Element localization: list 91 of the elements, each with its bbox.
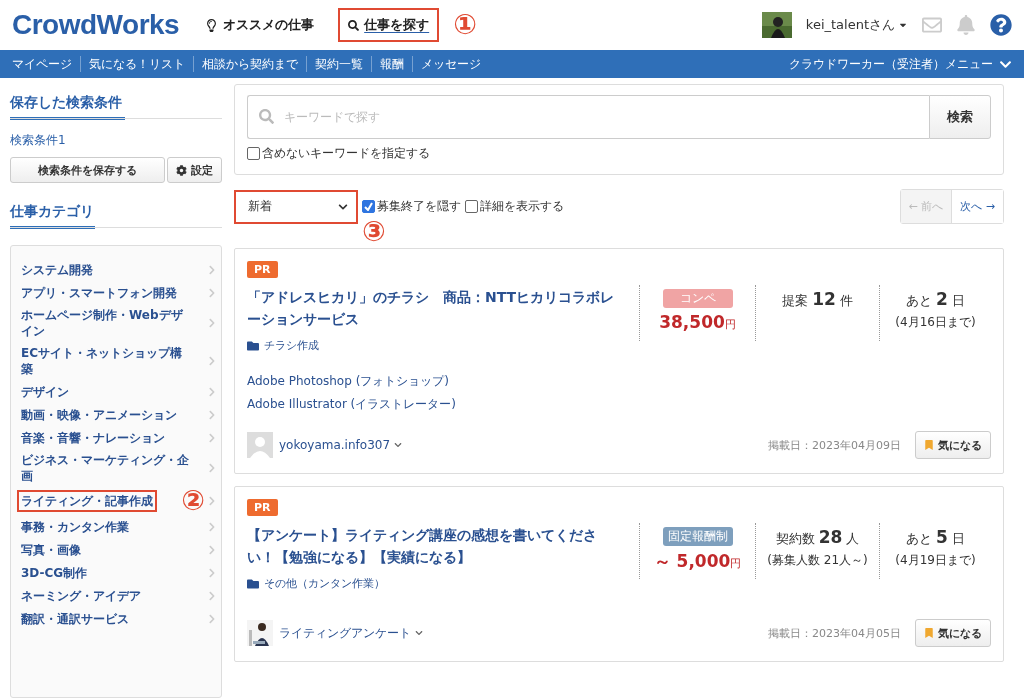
job-count: 契約数 28 人 [775, 527, 860, 548]
help-icon[interactable] [990, 14, 1012, 36]
avatar-placeholder-icon [247, 432, 273, 458]
nav-link[interactable]: 相談から契約まで [194, 56, 307, 72]
save-search-button[interactable]: 検索条件を保存する [10, 157, 165, 183]
filter-option[interactable]: 募集終了を隠す [362, 198, 461, 215]
chevron-right-icon [207, 544, 217, 555]
folder-icon [247, 339, 259, 352]
annotation-number: ① [453, 11, 477, 39]
pr-badge: PR [247, 499, 278, 516]
category-link[interactable]: ホームページ制作・Webデザイン [17, 304, 197, 342]
category-link[interactable]: ネーミング・アイデア [17, 584, 145, 607]
job-deadline: あと 2 日 [905, 289, 966, 310]
checkbox[interactable] [362, 200, 375, 213]
category-link[interactable]: 翻訳・通訳サービス [17, 607, 133, 630]
pr-badge: PR [247, 261, 278, 278]
chevron-right-icon [207, 463, 217, 473]
chevron-right-icon [207, 590, 217, 601]
saved-search-link[interactable]: 検索条件1 [10, 132, 222, 149]
job-type-tag: コンペ [662, 289, 733, 308]
chevron-right-icon [207, 521, 217, 532]
sort-select[interactable]: 新着 [234, 189, 358, 224]
chevron-down-icon [415, 629, 423, 637]
job-category-link[interactable]: その他（カンタン作業） [247, 576, 619, 591]
category-link[interactable]: 事務・カンタン作業 [17, 515, 133, 538]
chevron-right-icon [207, 287, 217, 298]
header-link-label: オススメの仕事 [223, 16, 315, 34]
chevron-right-icon [207, 318, 217, 328]
job-price: 38,500円 [659, 312, 736, 332]
bookmark-icon [924, 440, 934, 450]
category-link[interactable]: ビジネス・マーケティング・企画 [17, 449, 197, 487]
chevron-right-icon [207, 386, 217, 397]
header-link[interactable]: オススメの仕事 [195, 8, 325, 42]
job-category-link[interactable]: チラシ作成 [247, 338, 619, 353]
nav-link[interactable]: 契約一覧 [307, 56, 372, 72]
chevron-right-icon [207, 496, 217, 506]
checkbox[interactable] [247, 147, 260, 160]
search-icon [259, 109, 274, 124]
crowdworks-logo[interactable]: CrowdWorks [12, 9, 180, 41]
bookmark-button[interactable]: 気になる [915, 431, 991, 459]
checkbox[interactable] [465, 200, 478, 213]
chevron-right-icon [207, 613, 217, 624]
posted-date: 掲載日：2023年04月05日 [768, 625, 901, 641]
exclude-keyword-option[interactable]: 含めないキーワードを指定する [247, 145, 991, 162]
chevron-right-icon [207, 264, 217, 275]
category-link[interactable]: 写真・画像 [17, 538, 85, 561]
annotation-number: ② [181, 487, 205, 515]
job-title[interactable]: 「アドレスヒカリ」のチラシ 商品：NTTヒカリコラボレーションサービス [247, 286, 619, 330]
header-link-label: 仕事を探す [364, 16, 430, 34]
skill-link[interactable]: Adobe Photoshop (フォトショップ) [247, 373, 991, 390]
category-link[interactable]: デザイン [17, 380, 73, 403]
job-deadline-note: (4月16日まで) [895, 314, 976, 331]
chevron-down-icon [394, 441, 403, 449]
nav-link[interactable]: マイページ [4, 56, 81, 72]
category-link[interactable]: 動画・映像・アニメーション [17, 403, 181, 426]
job-title[interactable]: 【アンケート】ライティング講座の感想を書いてください！【勉強になる】【実績になる】 [247, 524, 619, 568]
chevron-right-icon [207, 567, 217, 578]
category-link[interactable]: 3D-CG制作 [17, 561, 92, 584]
sort-value: 新着 [248, 198, 272, 215]
settings-icon [176, 164, 187, 176]
chevron-right-icon [207, 432, 217, 443]
keyword-field[interactable]: キーワードで探す [247, 95, 929, 139]
chevron-right-icon [207, 356, 217, 366]
job-count-note: (募集人数 21人～) [767, 552, 868, 569]
header-link[interactable]: 仕事を探す [338, 8, 440, 42]
job-type-tag: 固定報酬制 [662, 527, 733, 546]
category-link[interactable]: システム開発 [17, 258, 97, 281]
lightbulb-icon [205, 18, 219, 32]
posted-date: 掲載日：2023年04月09日 [768, 437, 901, 453]
job-count: 提案 12 件 [782, 289, 853, 310]
nav-link[interactable]: 報酬 [372, 56, 413, 72]
annotation-number: ③ [362, 217, 386, 246]
bookmark-icon [924, 628, 934, 638]
category-link[interactable]: 音楽・音響・ナレーション [17, 426, 169, 449]
job-deadline-note: (4月19日まで) [895, 552, 976, 569]
folder-icon [247, 577, 259, 590]
nav-link[interactable]: 気になる！リスト [81, 56, 194, 72]
settings-button[interactable]: 設定 [167, 157, 222, 183]
chevron-right-icon [207, 409, 217, 420]
job-deadline: あと 5 日 [905, 527, 966, 548]
search-button[interactable]: 検索 [929, 95, 991, 139]
skill-link[interactable]: Adobe Illustrator (イラストレーター) [247, 396, 991, 413]
category-link[interactable]: ECサイト・ネットショップ構築 [17, 342, 197, 380]
category-link[interactable]: アプリ・スマートフォン開発 [17, 281, 181, 304]
filter-option[interactable]: 詳細を表示する [465, 198, 564, 215]
bookmark-button[interactable]: 気になる [915, 619, 991, 647]
category-link[interactable]: ライティング・記事作成 [17, 490, 157, 512]
nav-link[interactable]: メッセージ [413, 56, 489, 72]
job-price: ～ 5,000円 [653, 550, 742, 573]
chevron-down-icon [338, 201, 348, 212]
search-icon [348, 19, 360, 31]
